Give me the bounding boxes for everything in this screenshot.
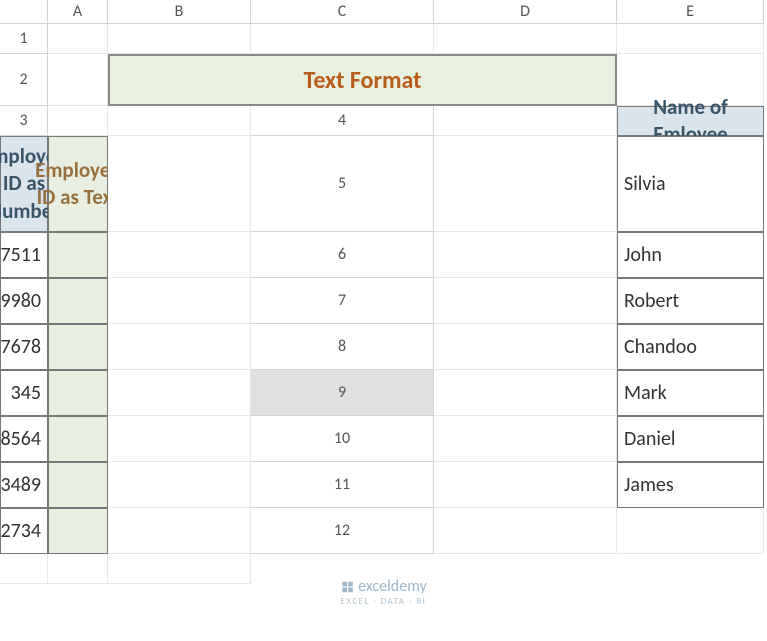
row-header-11[interactable]: 11 — [251, 462, 434, 508]
cell-A8[interactable] — [434, 324, 617, 370]
col-header-B[interactable]: B — [108, 0, 251, 24]
watermark-brand: exceldemy — [340, 577, 427, 596]
cell-idnum-0[interactable]: 97511 — [0, 232, 48, 278]
cell-E7[interactable] — [108, 324, 251, 370]
cell-E12[interactable] — [108, 554, 251, 584]
cell-name-2[interactable]: Robert — [617, 278, 764, 324]
row-header-7[interactable]: 7 — [251, 278, 434, 324]
cell-A5[interactable] — [434, 136, 617, 232]
cell-E8[interactable] — [108, 370, 251, 416]
cell-B12[interactable] — [617, 508, 764, 554]
cell-A9[interactable] — [434, 370, 617, 416]
watermark: exceldemy EXCEL · DATA · BI — [340, 577, 427, 607]
cell-idtext-0[interactable] — [48, 232, 108, 278]
spreadsheet-grid: A B C D E 1 2 Text Format 3 4 Name of Em… — [0, 0, 767, 584]
cell-B1[interactable] — [108, 24, 251, 54]
cell-D12[interactable] — [48, 554, 108, 584]
cell-idnum-4[interactable]: 78564 — [0, 416, 48, 462]
cell-name-5[interactable]: Daniel — [617, 416, 764, 462]
cell-idtext-1[interactable] — [48, 278, 108, 324]
row-header-6[interactable]: 6 — [251, 232, 434, 278]
row-header-3[interactable]: 3 — [0, 106, 48, 136]
cell-C1[interactable] — [251, 24, 434, 54]
cell-A2[interactable] — [48, 54, 108, 106]
row-header-2[interactable]: 2 — [0, 54, 48, 106]
cell-name-0[interactable]: Silvia — [617, 136, 764, 232]
cell-name-4[interactable]: Mark — [617, 370, 764, 416]
row-header-5[interactable]: 5 — [251, 136, 434, 232]
col-header-E[interactable]: E — [617, 0, 764, 24]
cell-idtext-6[interactable] — [48, 508, 108, 554]
cell-E11[interactable] — [108, 508, 251, 554]
cell-A7[interactable] — [434, 278, 617, 324]
row-header-8[interactable]: 8 — [251, 324, 434, 370]
cell-A11[interactable] — [434, 462, 617, 508]
cell-idnum-5[interactable]: 3489 — [0, 462, 48, 508]
cell-idnum-6[interactable]: 762734 — [0, 508, 48, 554]
cell-A12[interactable] — [434, 508, 617, 554]
cell-idnum-2[interactable]: 687678 — [0, 324, 48, 370]
table-header-name[interactable]: Name of Emloyee — [617, 106, 764, 136]
col-header-C[interactable]: C — [251, 0, 434, 24]
cell-idtext-2[interactable] — [48, 324, 108, 370]
cell-A3[interactable] — [48, 106, 108, 136]
cell-D1[interactable] — [434, 24, 617, 54]
cell-C12[interactable] — [0, 554, 48, 584]
col-header-A[interactable]: A — [48, 0, 108, 24]
row-header-12[interactable]: 12 — [251, 508, 434, 554]
cell-E3[interactable] — [108, 106, 251, 136]
cell-A6[interactable] — [434, 232, 617, 278]
cell-E10[interactable] — [108, 462, 251, 508]
cell-E5[interactable] — [108, 232, 251, 278]
cell-E4[interactable] — [108, 136, 251, 232]
cell-idtext-3[interactable] — [48, 370, 108, 416]
watermark-tagline: EXCEL · DATA · BI — [341, 596, 427, 607]
cell-idnum-1[interactable]: 489980 — [0, 278, 48, 324]
row-header-1[interactable]: 1 — [0, 24, 48, 54]
table-header-id-text[interactable]: Employee ID as Text — [48, 136, 108, 232]
watermark-icon — [340, 580, 354, 594]
watermark-brand-text: exceldemy — [358, 577, 427, 596]
cell-A4[interactable] — [434, 106, 617, 136]
title-cell[interactable]: Text Format — [108, 54, 617, 106]
cell-A10[interactable] — [434, 416, 617, 462]
cell-E6[interactable] — [108, 278, 251, 324]
cell-name-6[interactable]: James — [617, 462, 764, 508]
cell-E1[interactable] — [617, 24, 764, 54]
row-header-4[interactable]: 4 — [251, 106, 434, 136]
row-header-10[interactable]: 10 — [251, 416, 434, 462]
row-header-9[interactable]: 9 — [251, 370, 434, 416]
cell-idnum-3[interactable]: 345 — [0, 370, 48, 416]
col-header-D[interactable]: D — [434, 0, 617, 24]
cell-idtext-5[interactable] — [48, 462, 108, 508]
cell-idtext-4[interactable] — [48, 416, 108, 462]
cell-A1[interactable] — [48, 24, 108, 54]
select-all-corner[interactable] — [0, 0, 48, 24]
cell-name-1[interactable]: John — [617, 232, 764, 278]
cell-E9[interactable] — [108, 416, 251, 462]
cell-name-3[interactable]: Chandoo — [617, 324, 764, 370]
